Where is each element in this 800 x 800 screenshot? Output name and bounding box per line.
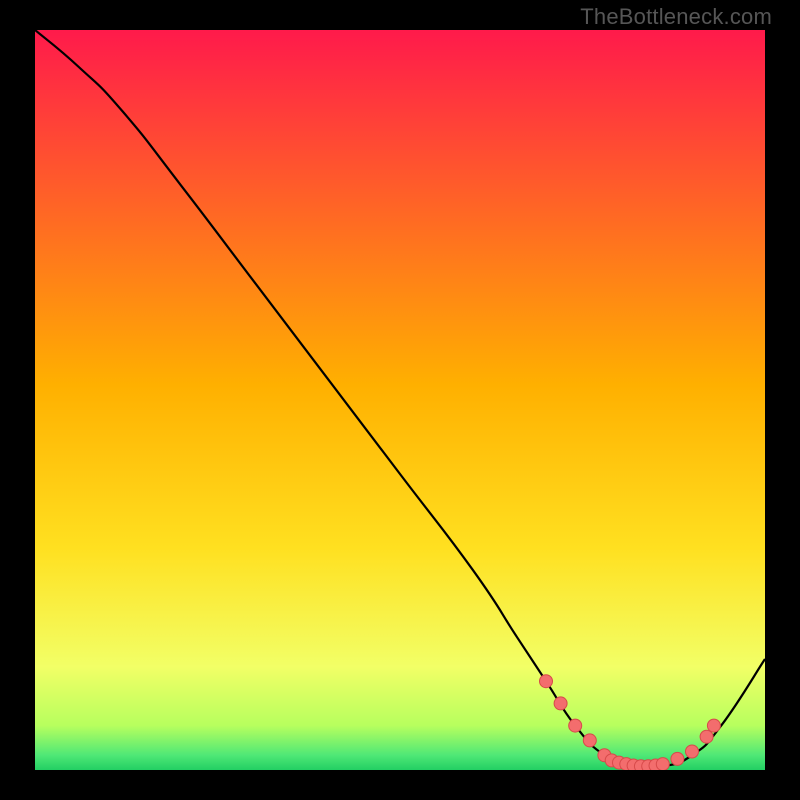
gradient-background (35, 30, 765, 770)
marker-dot (569, 719, 582, 732)
marker-dot (554, 697, 567, 710)
marker-dot (583, 734, 596, 747)
marker-dot (656, 758, 669, 770)
marker-dot (540, 675, 553, 688)
marker-dot (707, 719, 720, 732)
chart-frame (35, 30, 765, 770)
marker-dot (671, 752, 684, 765)
bottleneck-chart (35, 30, 765, 770)
marker-dot (686, 745, 699, 758)
marker-dot (700, 730, 713, 743)
watermark-text: TheBottleneck.com (580, 4, 772, 30)
